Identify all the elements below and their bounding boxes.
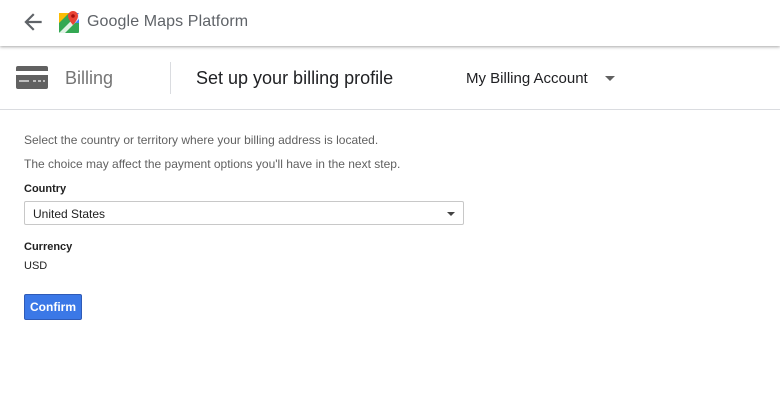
country-select[interactable]: United States bbox=[24, 201, 464, 225]
confirm-button[interactable]: Confirm bbox=[24, 294, 82, 320]
country-selected-value: United States bbox=[33, 207, 106, 221]
header-divider bbox=[170, 62, 171, 94]
billing-account-name: My Billing Account bbox=[466, 69, 588, 87]
arrow-left-icon bbox=[24, 13, 42, 31]
page-header: Billing Set up your billing profile My B… bbox=[0, 46, 780, 110]
country-label: Country bbox=[24, 183, 67, 195]
google-maps-pin-icon bbox=[59, 11, 79, 33]
caret-down-icon bbox=[604, 75, 615, 81]
section-label: Billing bbox=[65, 68, 114, 88]
billing-account-selector[interactable]: My Billing Account bbox=[466, 65, 615, 91]
chevron-down-icon bbox=[447, 212, 455, 216]
back-button[interactable] bbox=[20, 9, 46, 35]
description-line-1: Select the country or territory where yo… bbox=[24, 133, 379, 147]
brand: Google Maps Platform bbox=[59, 11, 248, 33]
currency-label: Currency bbox=[24, 241, 73, 253]
brand-name: Google Maps Platform bbox=[87, 13, 249, 30]
currency-value: USD bbox=[24, 260, 48, 272]
page-title: Set up your billing profile bbox=[196, 68, 394, 88]
credit-card-icon bbox=[16, 66, 48, 89]
top-app-bar: Google Maps Platform bbox=[0, 0, 780, 46]
description-line-2: The choice may affect the payment option… bbox=[24, 157, 401, 171]
